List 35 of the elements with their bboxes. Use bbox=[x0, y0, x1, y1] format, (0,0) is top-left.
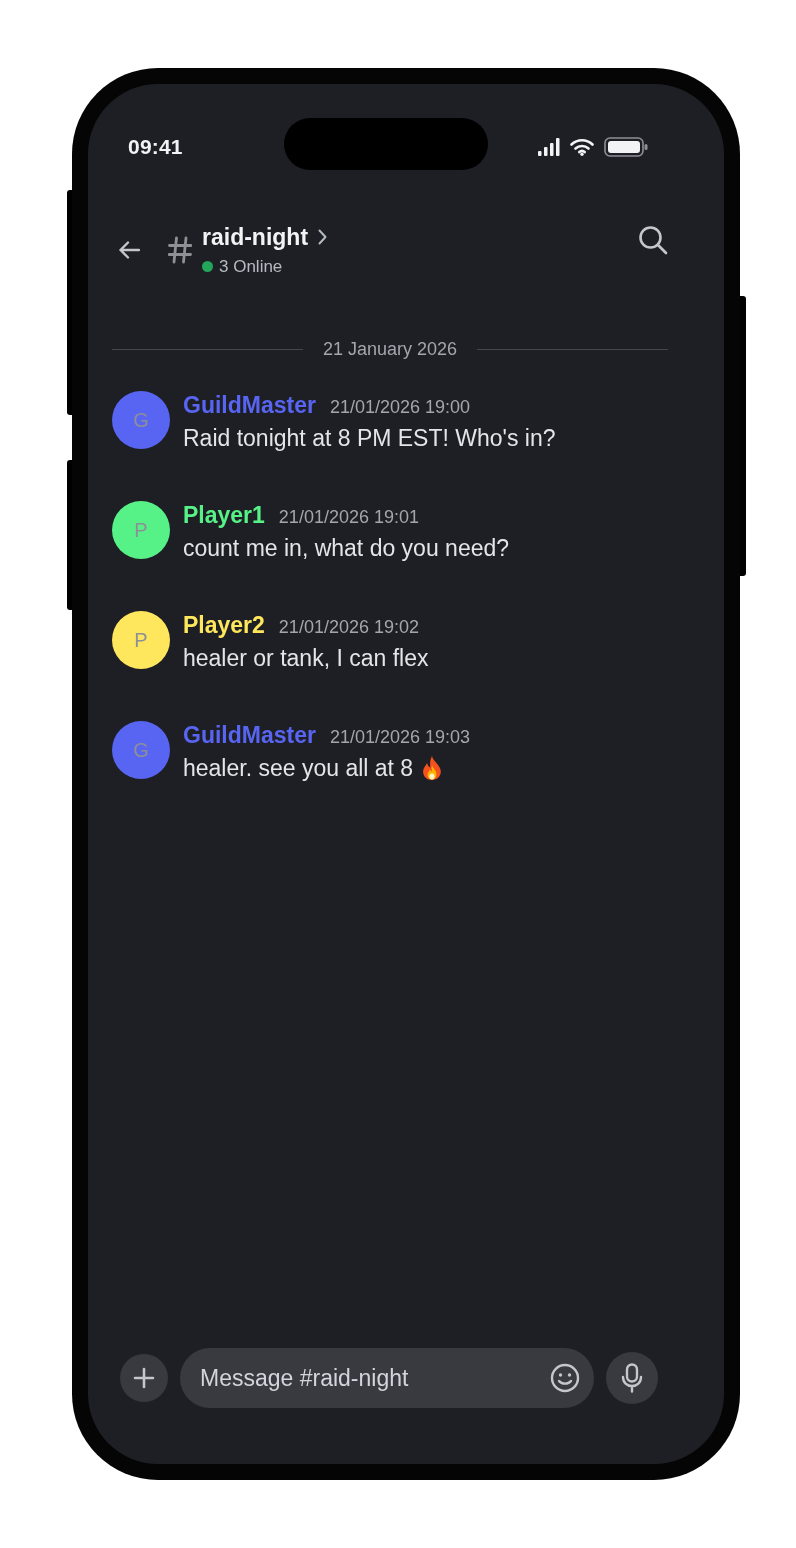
back-arrow-icon bbox=[118, 240, 140, 260]
message-text: healer. see you all at 8 bbox=[183, 754, 414, 783]
emoji-button[interactable] bbox=[550, 1363, 580, 1393]
user-avatar[interactable]: P bbox=[112, 611, 170, 669]
status-time: 09:41 bbox=[128, 135, 183, 159]
online-count: 3 Online bbox=[219, 256, 283, 277]
author-name[interactable]: Player1 bbox=[183, 502, 265, 529]
message-text: healer or tank, I can flex bbox=[183, 644, 429, 673]
battery-icon bbox=[604, 137, 648, 157]
signal-icon bbox=[538, 138, 560, 156]
user-avatar[interactable]: P bbox=[112, 501, 170, 559]
smiley-icon bbox=[550, 1363, 580, 1393]
message-text: Raid tonight at 8 PM EST! Who's in? bbox=[183, 424, 556, 453]
author-name[interactable]: Player2 bbox=[183, 612, 265, 639]
message-text: count me in, what do you need? bbox=[183, 534, 510, 563]
plus-icon bbox=[133, 1367, 155, 1389]
add-button[interactable] bbox=[120, 1354, 168, 1402]
microphone-icon bbox=[621, 1363, 643, 1393]
message-timestamp: 21/01/2026 19:03 bbox=[329, 727, 471, 748]
wifi-icon bbox=[570, 138, 594, 156]
author-name[interactable]: GuildMaster bbox=[183, 392, 316, 419]
message-input[interactable]: Message #raid-night bbox=[180, 1348, 594, 1408]
search-button[interactable] bbox=[638, 225, 668, 255]
status-dot-icon bbox=[202, 261, 213, 272]
voice-button[interactable] bbox=[606, 1352, 658, 1404]
chevron-right-icon bbox=[318, 229, 328, 245]
message-timestamp: 21/01/2026 19:02 bbox=[278, 617, 419, 638]
author-name[interactable]: GuildMaster bbox=[183, 722, 316, 749]
hash-icon bbox=[168, 236, 192, 264]
message-timestamp: 21/01/2026 19:01 bbox=[278, 507, 419, 528]
search-icon bbox=[638, 225, 668, 255]
message-timestamp: 21/01/2026 19:00 bbox=[329, 397, 471, 418]
fire-icon bbox=[421, 755, 444, 781]
channel-name[interactable]: raid-night bbox=[202, 223, 309, 251]
date-divider: 21 January 2026 bbox=[322, 338, 458, 360]
